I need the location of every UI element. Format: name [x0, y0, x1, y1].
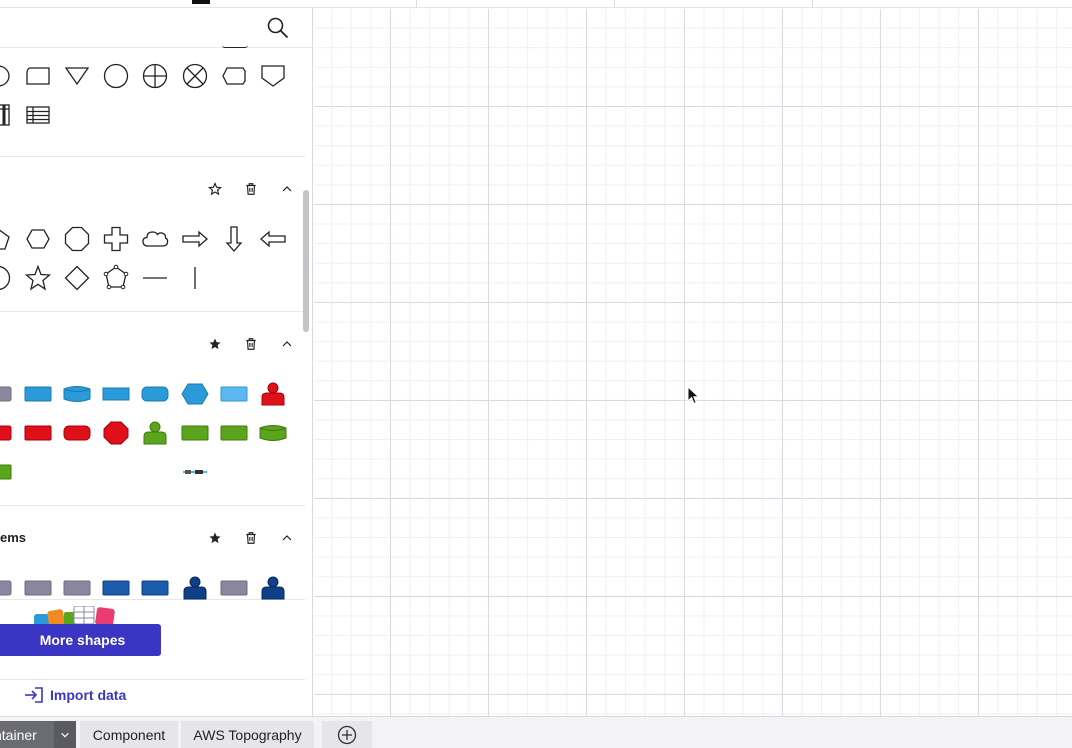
- punched-tape-icon[interactable]: [22, 60, 54, 92]
- chevron-up-icon: [282, 341, 292, 347]
- add-page-button[interactable]: [322, 721, 372, 748]
- display-icon[interactable]: [218, 60, 250, 92]
- shape-search-input[interactable]: [0, 12, 250, 42]
- active-indicator: [192, 0, 210, 4]
- search-icon: [267, 17, 288, 38]
- or-junction-icon[interactable]: [179, 60, 211, 92]
- green-rect-icon[interactable]: [218, 417, 250, 449]
- trash-icon: [246, 338, 256, 350]
- star-outline-icon: [208, 182, 222, 196]
- pentagon-icon[interactable]: [0, 223, 14, 255]
- green-rect-icon[interactable]: [0, 456, 14, 488]
- off-page-connector-icon[interactable]: [257, 60, 289, 92]
- top-toolbar-strip: [0, 0, 1072, 8]
- terminator-icon[interactable]: [0, 60, 14, 92]
- delete-section-button[interactable]: [239, 177, 263, 201]
- light-blue-rect-icon[interactable]: [218, 378, 250, 410]
- diagram-canvas[interactable]: [314, 9, 1072, 716]
- left-arrow-icon[interactable]: [257, 223, 289, 255]
- import-icon: [25, 687, 43, 703]
- octagon-icon[interactable]: [61, 223, 93, 255]
- right-arrow-icon[interactable]: [179, 223, 211, 255]
- import-data-link[interactable]: Import data: [24, 684, 126, 706]
- plus-circle-icon: [337, 725, 357, 745]
- red-octagon-icon[interactable]: [100, 417, 132, 449]
- shape-library-sidebar: ems: [0, 8, 313, 716]
- tab-label: Component: [92, 727, 166, 743]
- chevron-up-icon: [282, 186, 292, 192]
- tab-label: AWS Topography: [193, 727, 302, 743]
- horizontal-line-icon[interactable]: [139, 262, 171, 294]
- summing-junction-icon[interactable]: [139, 60, 171, 92]
- delete-section-button[interactable]: [239, 526, 263, 550]
- mouse-cursor-icon: [687, 386, 700, 405]
- blue-rect-icon[interactable]: [100, 378, 132, 410]
- tab-label: ntainer: [0, 727, 37, 743]
- red-rect-icon[interactable]: [22, 417, 54, 449]
- shape-section-items: ems: [0, 506, 305, 600]
- tab-component[interactable]: Component: [80, 721, 178, 748]
- red-rounded-icon[interactable]: [61, 417, 93, 449]
- sidebar-scrollbar[interactable]: [303, 190, 309, 332]
- merge-icon[interactable]: [61, 60, 93, 92]
- diamond-icon[interactable]: [61, 262, 93, 294]
- cross-icon[interactable]: [100, 223, 132, 255]
- chevron-down-icon: [61, 732, 69, 738]
- star-filled-icon: [209, 338, 221, 350]
- shape-section-colored: [0, 312, 305, 506]
- blue-hexagon-icon[interactable]: [179, 378, 211, 410]
- cloud-icon[interactable]: [139, 223, 171, 255]
- table-icon[interactable]: [22, 99, 54, 131]
- down-arrow-icon[interactable]: [218, 223, 250, 255]
- import-data-label: Import data: [50, 687, 127, 703]
- hexagon-icon[interactable]: [22, 223, 54, 255]
- collapse-section-button[interactable]: [275, 332, 299, 356]
- search-button[interactable]: [266, 16, 292, 42]
- trash-icon: [246, 532, 256, 544]
- red-user-icon[interactable]: [257, 378, 289, 410]
- star-filled-icon: [209, 532, 221, 544]
- toolbar-divider: [614, 0, 615, 8]
- circle-icon[interactable]: [100, 60, 132, 92]
- green-rect-icon[interactable]: [179, 417, 211, 449]
- shape-libraries-icon: [34, 606, 115, 626]
- green-user-icon[interactable]: [139, 417, 171, 449]
- favorite-button[interactable]: [203, 332, 227, 356]
- gray-block-icon[interactable]: [0, 378, 14, 410]
- connector-icon[interactable]: [179, 456, 211, 488]
- vertical-line-icon[interactable]: [179, 262, 211, 294]
- more-shapes-button[interactable]: More shapes: [0, 624, 161, 656]
- blue-rect-icon[interactable]: [22, 378, 54, 410]
- favorite-button[interactable]: [203, 177, 227, 201]
- green-cylinder-icon[interactable]: [257, 417, 289, 449]
- circle-icon[interactable]: [0, 262, 14, 294]
- polygon-icon[interactable]: [100, 262, 132, 294]
- tab-container[interactable]: ntainer: [0, 721, 76, 748]
- delete-section-button[interactable]: [239, 332, 263, 356]
- section-title: ems: [0, 530, 27, 545]
- shape-section-flowchart: [0, 48, 305, 157]
- blue-cylinder-icon[interactable]: [61, 378, 93, 410]
- section-actions: [203, 526, 299, 550]
- internal-storage-icon[interactable]: [0, 99, 14, 131]
- tab-menu-button[interactable]: [54, 721, 76, 748]
- app-window: ems More shapes Import data tainer Compo…: [0, 0, 1072, 748]
- page-tabs-bar: ntainer Component AWS Topography: [0, 716, 1072, 748]
- tab-aws-topography[interactable]: AWS Topography: [181, 721, 314, 748]
- collapse-section-button[interactable]: [275, 526, 299, 550]
- toolbar-divider: [416, 0, 417, 8]
- favorite-button[interactable]: [203, 526, 227, 550]
- toolbar-divider: [812, 0, 813, 8]
- star-icon[interactable]: [22, 262, 54, 294]
- red-rect-icon[interactable]: [0, 417, 14, 449]
- shape-search-bar: [0, 8, 312, 48]
- section-actions: [203, 177, 299, 201]
- chevron-up-icon: [282, 535, 292, 541]
- blue-rounded-icon[interactable]: [139, 378, 171, 410]
- trash-icon: [246, 183, 256, 195]
- section-actions: [203, 332, 299, 356]
- collapse-section-button[interactable]: [275, 177, 299, 201]
- shape-section-basic: [0, 157, 305, 312]
